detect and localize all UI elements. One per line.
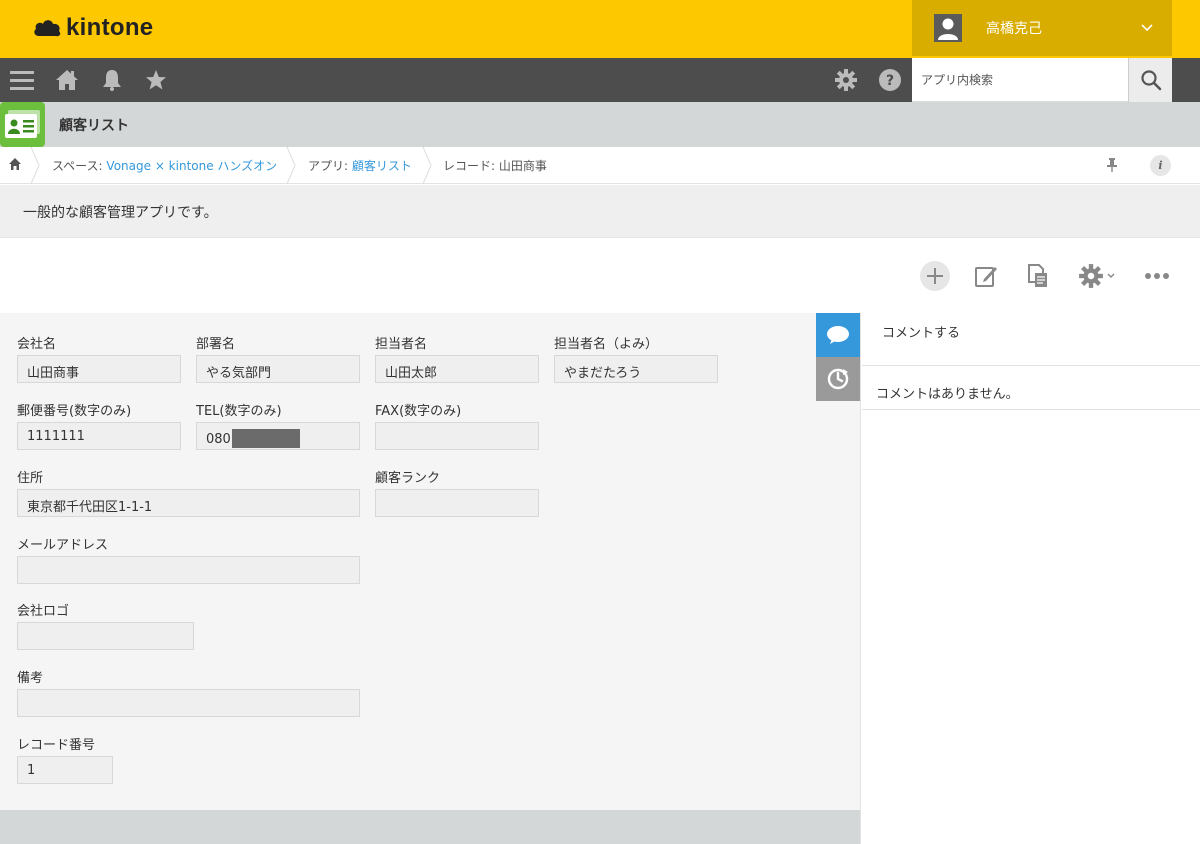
chevron-down-icon [1107,273,1115,278]
field-value-contact-kana: やまだたろう [554,355,718,383]
gear-icon[interactable] [834,68,858,92]
comments-tab[interactable] [816,313,860,357]
user-name: 高橋克己 [986,21,1042,37]
app-search-input[interactable] [912,58,1128,101]
search-icon [1140,70,1161,91]
field-value-tel: 080 [196,422,360,450]
field-value-rank [375,489,539,517]
breadcrumb-app-link[interactable]: 顧客リスト [352,159,412,173]
breadcrumb: スペース: Vonage × kintone ハンズオン アプリ: 顧客リスト … [0,147,1200,184]
breadcrumb-app[interactable]: アプリ: 顧客リスト [308,157,412,174]
svg-text:?: ? [886,73,894,89]
edit-record-button[interactable] [970,260,1002,292]
field-label-fax: FAX(数字のみ) [375,404,462,419]
field-value-fax [375,422,539,450]
field-label-logo: 会社ロゴ [17,604,70,619]
user-avatar-icon [934,14,962,42]
app-description: 一般的な顧客管理アプリです。 [0,185,1200,238]
breadcrumb-home-icon[interactable] [8,157,22,175]
breadcrumb-separator [30,147,40,184]
field-value-company: 山田商事 [17,355,181,383]
speech-bubble-icon [827,326,849,344]
record-toolbar [0,238,1200,313]
no-comments-message: コメントはありません。 [876,387,1019,402]
more-dots-icon [1145,273,1169,279]
help-icon[interactable]: ? [878,68,902,92]
chevron-down-icon [1141,24,1153,32]
breadcrumb-separator [286,147,296,184]
breadcrumb-space[interactable]: スペース: Vonage × kintone ハンズオン [52,157,277,174]
field-label-notes: 備考 [17,671,44,686]
duplicate-record-button[interactable] [1022,260,1054,292]
field-value-contact: 山田太郎 [375,355,539,383]
history-tab[interactable] [816,357,860,401]
app-header [0,102,1200,147]
app-icon [0,102,45,147]
logo-text: kintone [66,14,154,41]
cloud-logo-icon [34,20,61,37]
field-value-notes [17,689,360,717]
app-search-box [912,58,1128,102]
field-label-department: 部署名 [196,337,236,352]
field-label-contact-kana: 担当者名（よみ） [554,337,659,352]
app-description-text: 一般的な顧客管理アプリです。 [23,205,218,221]
kintone-logo[interactable]: kintone [32,14,153,42]
tel-value-text: 080 [206,432,231,447]
field-value-department: やる気部門 [196,355,360,383]
star-icon[interactable] [144,68,168,92]
breadcrumb-record: レコード: 山田商事 [443,159,547,173]
breadcrumb-space-link[interactable]: Vonage × kintone ハンズオン [106,159,277,173]
divider [862,409,1200,410]
field-value-address: 東京都千代田区1-1-1 [17,489,360,517]
top-header-bar: kintone 高橋克己 [0,0,1200,58]
field-label-record-number: レコード番号 [17,738,96,753]
breadcrumb-separator [422,147,432,184]
field-label-rank: 顧客ランク [375,471,441,486]
comment-button[interactable]: コメントする [862,313,1200,366]
field-value-postal: 1111111 [17,422,181,450]
copy-icon [1028,264,1047,287]
field-label-email: メールアドレス [17,538,109,553]
bell-icon[interactable] [100,68,124,92]
field-label-address: 住所 [17,471,44,486]
plus-icon [920,261,950,291]
field-label-tel: TEL(数字のみ) [196,404,282,419]
gear-icon [1079,264,1103,288]
user-menu[interactable]: 高橋克己 [912,0,1172,56]
add-record-button[interactable] [919,260,951,292]
more-options-button[interactable] [1141,260,1173,292]
record-footer [0,810,860,844]
history-icon [827,368,849,390]
info-icon[interactable]: i [1150,155,1171,176]
field-value-email [17,556,360,584]
home-icon[interactable] [55,68,79,92]
field-value-logo [17,622,194,650]
pin-icon[interactable] [1105,157,1119,177]
field-label-company: 会社名 [17,337,57,352]
edit-icon [975,267,997,287]
redaction-mask [231,429,300,448]
app-title: 顧客リスト [59,118,129,134]
search-button[interactable] [1128,58,1172,102]
field-label-postal: 郵便番号(数字のみ) [17,404,132,419]
record-settings-button[interactable] [1074,260,1120,292]
field-label-contact: 担当者名 [375,337,428,352]
menu-icon[interactable] [10,68,34,92]
field-value-record-number: 1 [17,756,113,784]
